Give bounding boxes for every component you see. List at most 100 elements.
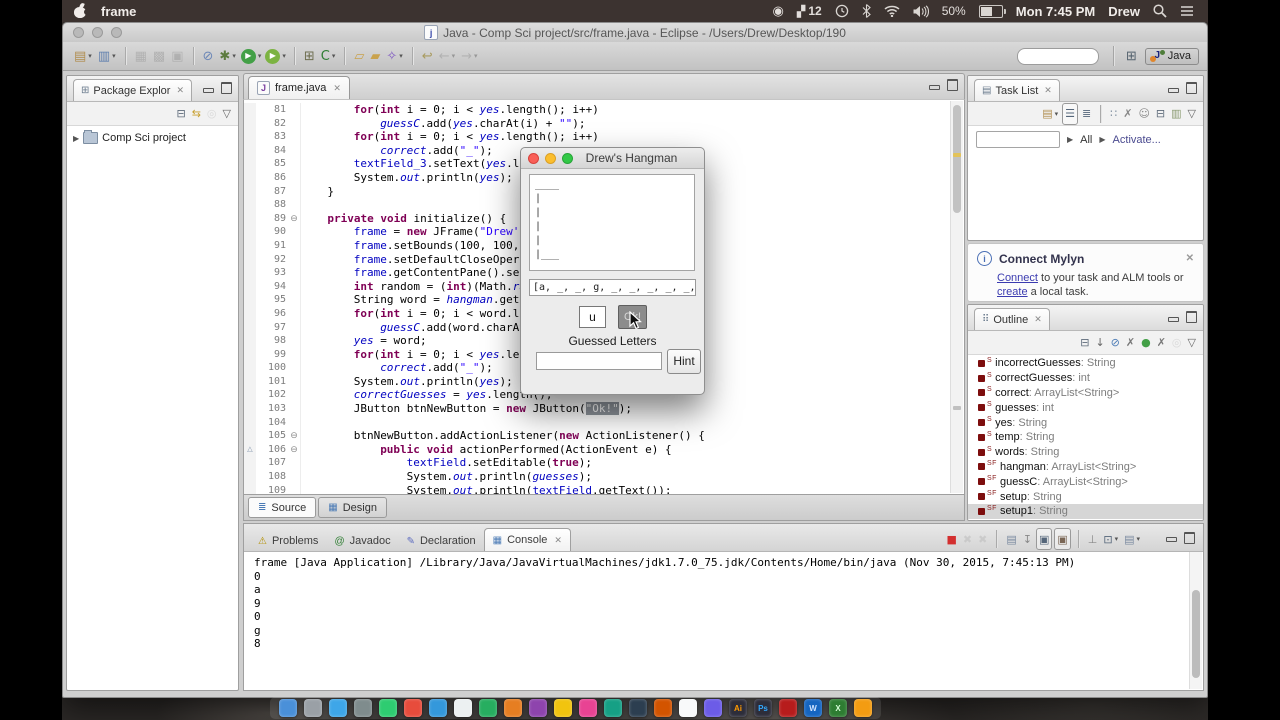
run-icon[interactable]: ▶ ▾: [240, 46, 263, 66]
open-console-icon[interactable]: ▤ ▾: [1122, 529, 1142, 549]
apple-menu-icon[interactable]: [74, 1, 90, 19]
sort-icon[interactable]: ↓: [1093, 333, 1106, 353]
dock-app-icon[interactable]: [629, 699, 647, 717]
battery-icon[interactable]: [978, 4, 1006, 18]
pin-console-icon[interactable]: ⊥: [1086, 529, 1100, 549]
tab-console[interactable]: ▦ Console ✕: [483, 528, 571, 551]
letter-input[interactable]: u: [579, 306, 606, 328]
dock-app-icon[interactable]: [479, 699, 497, 717]
tab-frame-java[interactable]: J frame.java ✕: [248, 76, 350, 99]
outline-field-incorrectGuesses[interactable]: SincorrectGuesses : String: [968, 356, 1203, 371]
view-menu-icon[interactable]: ▽: [1186, 104, 1198, 124]
terminate-icon[interactable]: ■: [944, 529, 958, 549]
maximize-view-icon[interactable]: [221, 82, 232, 94]
volume-icon[interactable]: [913, 4, 929, 18]
hide-non-public-icon[interactable]: ●: [1139, 333, 1153, 353]
maximize-editor-icon[interactable]: [947, 79, 958, 91]
close-icon[interactable]: ✕: [333, 83, 341, 94]
close-icon[interactable]: ✕: [554, 535, 562, 546]
debug-icon[interactable]: ✱ ▾: [217, 46, 237, 66]
tree-item-project[interactable]: ▶ Comp Sci project: [67, 126, 238, 144]
wizard-wand-icon[interactable]: ✧ ▾: [384, 46, 404, 66]
scroll-lock-icon[interactable]: ↧: [1021, 529, 1034, 549]
console-scrollbar[interactable]: [1189, 552, 1202, 689]
outline-field-words[interactable]: Swords : String: [968, 445, 1203, 460]
dock-app-icon[interactable]: [579, 699, 597, 717]
clear-console-icon[interactable]: ▤: [1004, 529, 1018, 549]
time-machine-icon[interactable]: [835, 4, 849, 18]
new-wizard-icon[interactable]: ▤ ▾: [72, 46, 94, 66]
tab-javadoc[interactable]: @ Javadoc: [326, 531, 398, 551]
editor-scrollbar[interactable]: [950, 101, 963, 493]
tab-package-explorer[interactable]: ⊞ Package Explor ✕: [73, 79, 192, 101]
user-menu[interactable]: Drew: [1108, 4, 1140, 19]
notification-center-icon[interactable]: [1180, 5, 1194, 17]
task-filter-all[interactable]: All: [1080, 134, 1092, 146]
dock-app-icon[interactable]: [854, 699, 872, 717]
mylyn-link-connect[interactable]: Connect: [997, 272, 1038, 284]
last-edit-location-icon[interactable]: ↩: [420, 46, 435, 66]
hide-fields-icon[interactable]: ⊘: [1109, 333, 1122, 353]
maximize-view-icon[interactable]: [1186, 82, 1197, 94]
task-activate-link[interactable]: Activate...: [1113, 134, 1161, 146]
guessed-letters-input[interactable]: [536, 352, 662, 370]
outline-field-correct[interactable]: Scorrect : ArrayList<String>: [968, 386, 1203, 401]
dock-app-icon[interactable]: [279, 699, 297, 717]
minimize-view-icon[interactable]: [1168, 88, 1179, 93]
display-console-icon[interactable]: ⊡ ▾: [1101, 529, 1120, 549]
scrollbar-thumb[interactable]: [1192, 590, 1200, 678]
scrollbar-thumb[interactable]: [953, 105, 961, 213]
tab-declaration[interactable]: ✎ Declaration: [399, 531, 484, 551]
focus-workweek-icon[interactable]: ∷: [1108, 104, 1119, 124]
coverage-icon[interactable]: ▶ ▾: [264, 46, 287, 66]
show-stderr-icon[interactable]: ▣: [1054, 528, 1071, 550]
scheduled-view-icon[interactable]: ≣: [1080, 104, 1093, 124]
hide-static-icon[interactable]: ✗: [1124, 333, 1137, 353]
java-perspective-button[interactable]: J Java: [1144, 47, 1199, 65]
dock-app-icon[interactable]: Ai: [729, 699, 747, 717]
dock-app-icon[interactable]: [329, 699, 347, 717]
outline-field-correctGuesses[interactable]: ScorrectGuesses : int: [968, 371, 1203, 386]
categorized-view-icon[interactable]: ☰: [1062, 102, 1078, 125]
outline-field-setup1[interactable]: SF setup1 : String: [968, 503, 1203, 519]
outline-field-setup[interactable]: SF setup : String: [968, 489, 1203, 504]
dock-app-icon[interactable]: [429, 699, 447, 717]
expand-arrow-icon[interactable]: ▶: [1067, 135, 1073, 144]
hangman-title-bar[interactable]: Drew's Hangman: [521, 148, 704, 169]
bluetooth-icon[interactable]: [862, 4, 871, 18]
outline-field-hangman[interactable]: SF hangman : ArrayList<String>: [968, 460, 1203, 475]
outline-field-guessC[interactable]: SF guessC : ArrayList<String>: [968, 474, 1203, 489]
new-java-class-icon[interactable]: ▥ ▾: [96, 46, 118, 66]
dock-app-icon[interactable]: W: [804, 699, 822, 717]
minimize-editor-icon[interactable]: [929, 85, 940, 90]
hide-completed-icon[interactable]: ✗: [1121, 104, 1134, 124]
open-perspective-icon[interactable]: ⊞: [1126, 48, 1137, 64]
tab-source[interactable]: ≣ Source: [248, 497, 317, 518]
dock-app-icon[interactable]: X: [829, 699, 847, 717]
import-folder-icon[interactable]: ▰: [368, 46, 382, 66]
collapse-all-icon[interactable]: ⊟: [1154, 104, 1167, 124]
group-by-owner-icon[interactable]: ☺: [1136, 104, 1151, 124]
maximize-view-icon[interactable]: [1186, 311, 1197, 323]
open-folder-icon[interactable]: ▱: [352, 46, 366, 66]
tab-task-list[interactable]: ▤ Task List ✕: [974, 79, 1060, 101]
close-icon[interactable]: ✕: [1044, 85, 1052, 96]
dock-app-icon[interactable]: [654, 699, 672, 717]
minimize-view-icon[interactable]: [1166, 537, 1177, 542]
expand-arrow-icon[interactable]: ▶: [1099, 135, 1105, 144]
view-menu-icon[interactable]: ▽: [221, 104, 233, 124]
show-stdout-icon[interactable]: ▣: [1035, 528, 1053, 550]
dock-app-icon[interactable]: [304, 699, 322, 717]
collapse-all-icon[interactable]: ⊟: [174, 104, 187, 124]
dock-app-icon[interactable]: Ps: [754, 699, 772, 717]
quick-access-input[interactable]: [1016, 47, 1099, 65]
console-output[interactable]: frame [Java Application] /Library/Java/J…: [244, 551, 1189, 690]
annotation-marker[interactable]: [953, 406, 961, 410]
task-repositories-icon[interactable]: ▥: [1169, 104, 1183, 124]
dock-app-icon[interactable]: [679, 699, 697, 717]
dock-app-icon[interactable]: [529, 699, 547, 717]
close-icon[interactable]: ✕: [1034, 314, 1042, 325]
guess-state-field[interactable]: [a, _, _, g, _, _, _, _, _, _]: [529, 279, 696, 296]
outline-field-guesses[interactable]: Sguesses : int: [968, 400, 1203, 415]
skip-breakpoints-icon[interactable]: ⊘: [201, 46, 216, 66]
